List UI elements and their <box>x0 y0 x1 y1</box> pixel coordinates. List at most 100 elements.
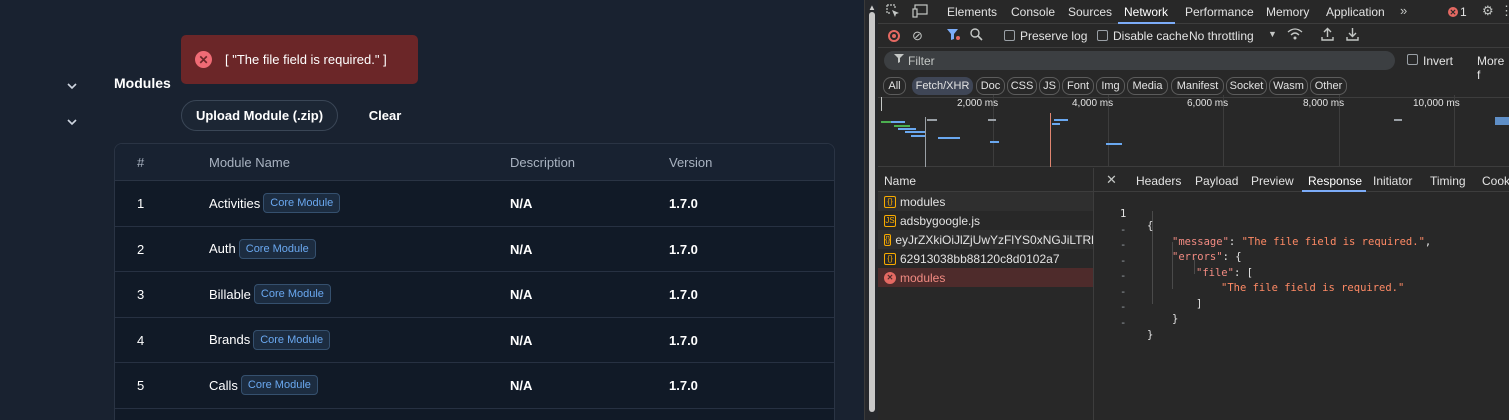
tab-sources[interactable]: Sources <box>1068 5 1112 19</box>
type-filter-font[interactable]: Font <box>1062 77 1094 95</box>
scroll-up-icon[interactable]: ▲ <box>868 3 876 12</box>
tab-initiator[interactable]: Initiator <box>1373 174 1412 188</box>
core-module-badge: Core Module <box>238 238 316 259</box>
settings-gear-icon[interactable]: ⚙ <box>1482 3 1494 19</box>
filter-input[interactable]: Filter <box>884 51 1395 70</box>
app-panel: Modules ✕ [ "The file field is required.… <box>0 0 864 420</box>
network-toolbar: ⊘ Preserve log Disable cache No throttli… <box>878 24 1509 48</box>
tab-preview[interactable]: Preview <box>1251 174 1294 188</box>
error-icon: ✕ <box>1448 7 1458 17</box>
request-detail-pane: ✕ Headers Payload Preview Response Initi… <box>1094 168 1509 420</box>
filter-icon <box>894 53 904 66</box>
tab-cookies[interactable]: Cook <box>1482 174 1509 188</box>
request-row[interactable]: {} eyJrZXkiOiJlZjUwYzFlYS0xNGJiLTRkZD... <box>878 230 1093 249</box>
type-filter-js[interactable]: JS <box>1039 77 1060 95</box>
disable-cache-checkbox[interactable] <box>1097 30 1108 41</box>
throttling-select[interactable]: No throttling <box>1189 29 1254 43</box>
type-filter-fetch-xhr[interactable]: Fetch/XHR <box>912 77 973 95</box>
core-module-badge: Core Module <box>253 284 331 304</box>
tab-memory[interactable]: Memory <box>1266 5 1309 19</box>
request-row[interactable]: JS adsbygoogle.js <box>878 211 1093 230</box>
search-icon[interactable] <box>970 28 983 44</box>
record-stop-icon[interactable] <box>888 30 900 42</box>
tab-elements[interactable]: Elements <box>947 5 997 19</box>
request-list-header[interactable]: Name <box>878 168 1093 192</box>
more-tabs-icon[interactable]: » <box>1400 3 1407 18</box>
module-version: 1.7.0 <box>669 378 698 393</box>
type-filter-socket[interactable]: Socket <box>1226 77 1267 95</box>
row-number: 3 <box>137 287 145 302</box>
code-line: - ] <box>1120 285 1203 310</box>
tab-console[interactable]: Console <box>1011 5 1055 19</box>
active-detail-tab-indicator <box>1302 190 1366 192</box>
error-toast[interactable]: ✕ [ "The file field is required." ] <box>181 35 418 84</box>
clear-log-icon[interactable]: ⊘ <box>912 28 923 44</box>
dropdown-caret-icon[interactable]: ▼ <box>1268 29 1277 39</box>
type-filter-doc[interactable]: Doc <box>976 77 1005 95</box>
device-toolbar-icon[interactable] <box>912 4 928 21</box>
more-options-icon[interactable]: ⋮ <box>1500 3 1509 19</box>
preserve-log-label: Preserve log <box>1020 29 1088 43</box>
table-row[interactable]: 1 Activities Core Module N/A 1.7.0 <box>115 181 834 227</box>
chevron-down-icon[interactable] <box>66 116 80 130</box>
waterfall-bar <box>990 141 999 143</box>
module-description: N/A <box>510 196 533 211</box>
module-version: 1.7.0 <box>669 196 698 211</box>
type-filter-img[interactable]: Img <box>1096 77 1125 95</box>
network-conditions-icon[interactable] <box>1287 27 1303 44</box>
code-line: - "errors": { <box>1120 239 1242 263</box>
import-har-icon[interactable] <box>1321 27 1334 44</box>
request-name: adsbygoogle.js <box>900 213 981 228</box>
tab-response[interactable]: Response <box>1308 174 1362 188</box>
tab-timing[interactable]: Timing <box>1430 174 1466 188</box>
response-body[interactable]: 1 { - "message": "The file field is requ… <box>1094 196 1509 341</box>
filter-placeholder: Filter <box>908 54 935 68</box>
type-filter-manifest[interactable]: Manifest <box>1171 77 1224 95</box>
code-line: - "The file field is required." <box>1094 258 1509 294</box>
invert-checkbox[interactable] <box>1407 54 1418 65</box>
table-row[interactable]: 5 Calls Core Module N/A 1.7.0 <box>115 363 834 409</box>
core-module-badge: Core Module <box>263 193 341 213</box>
type-filter-wasm[interactable]: Wasm <box>1269 77 1308 95</box>
filter-bar: Filter Invert More f <box>878 48 1509 82</box>
disable-cache-label: Disable cache <box>1113 29 1189 43</box>
request-row[interactable]: {} modules <box>878 192 1093 211</box>
table-row[interactable]: 3 Billable Core Module N/A 1.7.0 <box>115 272 834 318</box>
request-row-selected-error[interactable]: ✕ modules <box>878 268 1093 287</box>
close-icon[interactable]: ✕ <box>1106 172 1117 188</box>
tab-network[interactable]: Network <box>1124 5 1168 19</box>
table-row[interactable]: 4 Brands Core Module N/A 1.7.0 <box>115 318 834 363</box>
inspect-element-icon[interactable] <box>886 4 900 21</box>
xhr-icon: {} <box>884 195 896 208</box>
tab-performance[interactable]: Performance <box>1185 5 1254 19</box>
type-filter-css[interactable]: CSS <box>1007 77 1037 95</box>
row-number: 4 <box>137 332 145 348</box>
type-filter-media[interactable]: Media <box>1127 77 1168 95</box>
xhr-icon: {} <box>884 252 896 265</box>
table-row[interactable]: 2 Auth Core Module N/A 1.7.0 <box>115 227 834 272</box>
type-filter-other[interactable]: Other <box>1310 77 1347 95</box>
timeline-label: 4,000 ms <box>1072 98 1114 109</box>
chevron-down-icon[interactable] <box>66 80 80 94</box>
tab-payload[interactable]: Payload <box>1195 174 1238 188</box>
export-har-icon[interactable] <box>1346 27 1359 44</box>
scrollbar-thumb[interactable] <box>869 12 875 412</box>
timeline-selection-handle[interactable] <box>881 97 882 111</box>
upload-module-button[interactable]: Upload Module (.zip) <box>181 100 338 131</box>
tab-application[interactable]: Application <box>1326 5 1385 19</box>
core-module-badge: Core Module <box>253 329 331 350</box>
filter-funnel-icon[interactable] <box>946 28 960 44</box>
preserve-log-checkbox[interactable] <box>1004 30 1015 41</box>
tab-headers[interactable]: Headers <box>1136 174 1181 188</box>
waterfall-bar <box>1052 123 1060 125</box>
type-filter-all[interactable]: All <box>883 77 906 95</box>
request-name: 62913038bb88120c8d0102a7 <box>900 251 1060 266</box>
code-line: - "message": "The file field is required… <box>1120 223 1432 248</box>
request-row[interactable]: {} 62913038bb88120c8d0102a7 <box>878 249 1093 268</box>
error-count-badge[interactable]: ✕ 1 <box>1448 5 1467 19</box>
network-overview-timeline[interactable]: 2,000 ms 4,000 ms 6,000 ms 8,000 ms 10,0… <box>878 95 1509 167</box>
script-icon: JS <box>884 214 896 227</box>
clear-button[interactable]: Clear <box>356 100 414 131</box>
page-scrollbar[interactable]: ▲ <box>864 0 878 420</box>
network-lower-pane: Name {} modules JS adsbygoogle.js {} eyJ… <box>878 168 1509 420</box>
